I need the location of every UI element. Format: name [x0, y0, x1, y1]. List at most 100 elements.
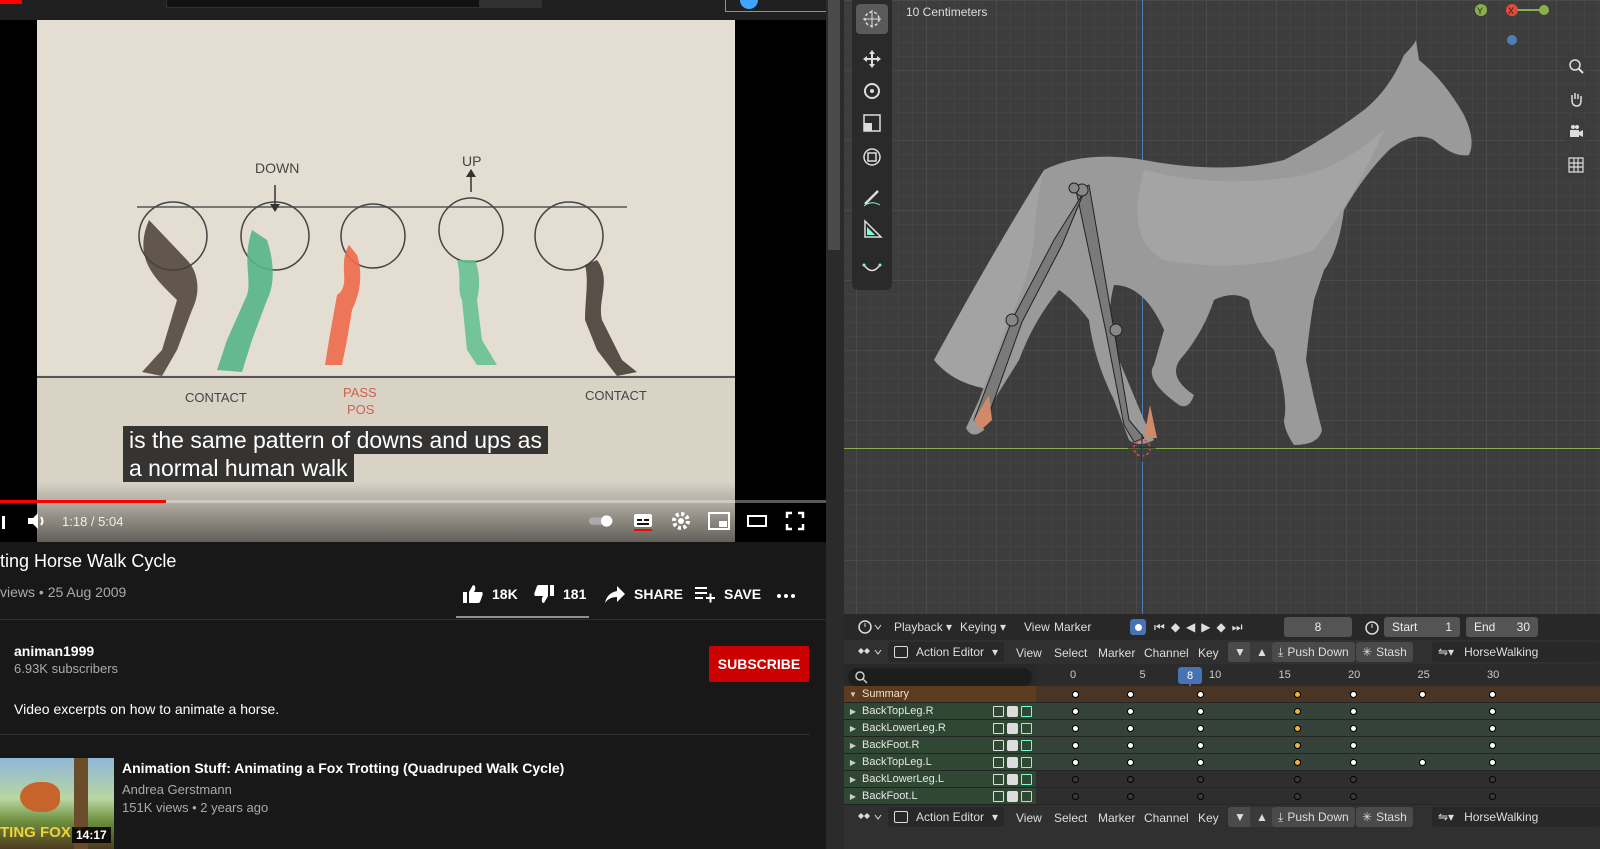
expand-icon[interactable]: ▶ — [844, 758, 862, 767]
keyframe-marker[interactable] — [1349, 759, 1357, 766]
ae-channel-menu-2[interactable]: Channel — [1144, 811, 1189, 825]
youtube-logo[interactable] — [0, 0, 22, 4]
expand-icon[interactable]: ▶ — [844, 724, 862, 733]
keyframe-marker[interactable] — [1071, 691, 1079, 698]
key-row[interactable] — [1036, 737, 1600, 754]
volume-icon[interactable] — [24, 510, 50, 532]
keyframe-marker[interactable] — [1293, 759, 1301, 766]
3d-viewport[interactable]: 10 Centimeters Y X — [844, 0, 1600, 622]
ae-marker-menu[interactable]: Marker — [1098, 646, 1135, 660]
lock-icon[interactable] — [1021, 722, 1032, 734]
measure-tool-icon[interactable] — [856, 214, 888, 244]
action-editor-mode-dropdown[interactable]: Action Editor ▾ — [888, 642, 1004, 662]
scrollbar-thumb[interactable] — [828, 0, 840, 250]
ae-view-menu-2[interactable]: View — [1016, 811, 1042, 825]
ae-select-menu[interactable]: Select — [1054, 646, 1087, 660]
transform-tool-icon[interactable] — [856, 142, 888, 172]
play-icon[interactable]: ▶ — [1201, 620, 1210, 634]
keyframe-marker[interactable] — [1293, 776, 1301, 783]
prev-keyframe-icon[interactable]: ◆ — [1171, 620, 1180, 634]
pan-hand-icon[interactable] — [1562, 85, 1590, 113]
editor-type-icon[interactable] — [852, 617, 888, 637]
ae-select-menu-2[interactable]: Select — [1054, 811, 1087, 825]
share-button[interactable]: SHARE — [604, 582, 683, 606]
channel-name[interactable]: animan1999 — [14, 643, 94, 659]
keyframe-marker[interactable] — [1488, 725, 1496, 732]
end-frame-field[interactable]: End 30 — [1466, 617, 1538, 637]
keyframe-marker[interactable] — [1349, 708, 1357, 715]
checkbox-icon[interactable] — [1007, 756, 1018, 768]
expand-icon[interactable]: ▶ — [844, 707, 862, 716]
jump-end-icon[interactable]: ⏭ — [1232, 620, 1243, 635]
keyframe-marker[interactable] — [1349, 776, 1357, 783]
annotate-tool-icon[interactable] — [856, 182, 888, 212]
save-button[interactable]: SAVE — [694, 582, 761, 606]
lock-icon[interactable] — [1021, 790, 1032, 802]
keyframe-marker[interactable] — [1071, 742, 1079, 749]
lock-icon[interactable] — [1021, 756, 1032, 768]
current-frame-indicator[interactable]: 8 — [1178, 667, 1202, 684]
action-editor-mode-dropdown-2[interactable]: Action Editor ▾ — [888, 807, 1004, 827]
keyframe-marker[interactable] — [1196, 691, 1204, 698]
keyframe-marker[interactable] — [1071, 776, 1079, 783]
window-scrollbar[interactable] — [826, 0, 844, 849]
collapse-icon[interactable]: ▼ — [844, 690, 862, 699]
curve-tool-icon[interactable] — [856, 252, 888, 282]
ae-channel-menu[interactable]: Channel — [1144, 646, 1189, 660]
key-row[interactable] — [1036, 771, 1600, 788]
play-reverse-icon[interactable]: ◀ — [1186, 620, 1195, 634]
expand-icon[interactable]: ▶ — [844, 792, 862, 801]
push-up-icon-2[interactable]: ▲ — [1250, 807, 1274, 827]
summary-key-row[interactable] — [1036, 686, 1600, 703]
stash-button-2[interactable]: ✳ Stash — [1356, 807, 1413, 827]
keyframe-marker[interactable] — [1293, 742, 1301, 749]
stash-button[interactable]: ✳ Stash — [1356, 642, 1413, 662]
autoplay-toggle[interactable] — [588, 510, 614, 532]
keyframe-marker[interactable] — [1349, 691, 1357, 698]
next-keyframe-icon[interactable]: ◆ — [1217, 620, 1226, 634]
scale-tool-icon[interactable] — [856, 108, 888, 138]
search-input[interactable] — [166, 0, 480, 8]
channel-row[interactable]: ▶ BackFoot.R — [844, 737, 1036, 754]
like-button[interactable]: 18K — [462, 582, 518, 606]
channel-summary[interactable]: ▼ Summary — [844, 686, 1036, 703]
keyframe-marker[interactable] — [1488, 742, 1496, 749]
expand-icon[interactable]: ▶ — [844, 775, 862, 784]
camera-icon[interactable] — [1562, 118, 1590, 146]
preview-range-icon[interactable] — [1358, 617, 1386, 637]
fullscreen-icon[interactable] — [782, 510, 808, 532]
lock-icon[interactable] — [1021, 773, 1032, 785]
keyframe-marker[interactable] — [1293, 708, 1301, 715]
ae-key-menu[interactable]: Key — [1198, 646, 1219, 660]
keyframe-marker[interactable] — [1071, 793, 1079, 800]
keyframe-marker[interactable] — [1349, 725, 1357, 732]
jump-start-icon[interactable]: ⏮ — [1154, 620, 1165, 635]
channel-row[interactable]: ▶ BackTopLeg.R — [844, 703, 1036, 720]
push-up-icon[interactable]: ▲ — [1250, 642, 1274, 662]
channel-row[interactable]: ▶ BackLowerLeg.R — [844, 720, 1036, 737]
sign-in-button[interactable] — [725, 0, 826, 12]
ae-marker-menu-2[interactable]: Marker — [1098, 811, 1135, 825]
wrench-icon[interactable] — [993, 739, 1004, 751]
keyframe-marker[interactable] — [1488, 708, 1496, 715]
push-down-button[interactable]: ⤓ Push Down — [1272, 642, 1355, 662]
checkbox-icon[interactable] — [1007, 773, 1018, 785]
keyframe-marker[interactable] — [1196, 742, 1204, 749]
rotate-tool-icon[interactable] — [856, 76, 888, 106]
recommended-channel[interactable]: Andrea Gerstmann — [122, 782, 232, 797]
checkbox-icon[interactable] — [1007, 739, 1018, 751]
channel-row[interactable]: ▶ BackFoot.L — [844, 788, 1036, 805]
cursor-tool-icon[interactable] — [856, 4, 888, 34]
expand-icon[interactable]: ▶ — [844, 741, 862, 750]
keyframe-marker[interactable] — [1419, 759, 1426, 766]
action-selector[interactable]: ⇋▾ HorseWalking — [1432, 642, 1600, 662]
keyframe-marker[interactable] — [1488, 759, 1496, 766]
keyframe-marker[interactable] — [1196, 725, 1204, 732]
channel-row[interactable]: ▶ BackLowerLeg.L — [844, 771, 1036, 788]
lock-icon[interactable] — [1021, 739, 1032, 751]
dopesheet-type-icon[interactable] — [852, 642, 888, 662]
push-down-button-2[interactable]: ⤓ Push Down — [1272, 807, 1355, 827]
progress-bar[interactable] — [0, 500, 826, 503]
key-row[interactable] — [1036, 720, 1600, 737]
keyframe-marker[interactable] — [1349, 742, 1357, 749]
